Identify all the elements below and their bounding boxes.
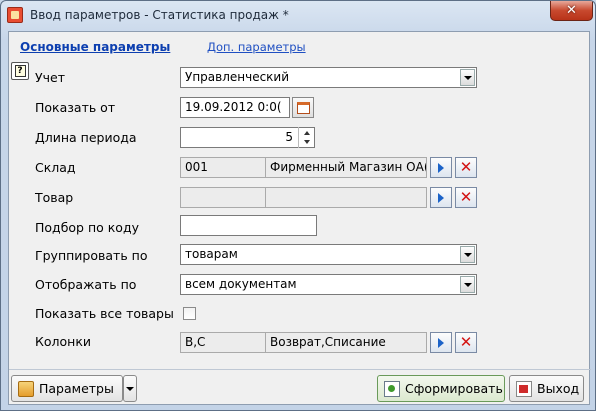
spin-down-icon[interactable]: [301, 138, 313, 146]
display-by-label: Отображать по: [35, 277, 137, 292]
show-all-checkbox[interactable]: [183, 307, 196, 320]
title-bar: Ввод параметров - Статистика продаж * ✕: [1, 1, 595, 31]
podbor-label: Подбор по коду: [35, 220, 139, 235]
group-by-select[interactable]: товарам: [180, 244, 477, 265]
divider: [9, 369, 591, 370]
calendar-button[interactable]: [292, 97, 314, 118]
dialog-body: Основные параметры Доп. параметры ? Учет…: [8, 31, 591, 405]
period-length-label: Длина периода: [35, 130, 137, 145]
run-icon: [384, 380, 400, 397]
group-by-label: Группировать по: [35, 248, 148, 263]
sklad-code-field: 001: [180, 157, 266, 178]
chevron-down-icon[interactable]: [460, 69, 475, 86]
display-by-select[interactable]: всем документам: [180, 274, 477, 295]
kolonki-clear-button[interactable]: ✕: [455, 332, 477, 353]
display-by-value: всем документам: [185, 277, 297, 291]
tovar-label: Товар: [35, 190, 74, 205]
params-button[interactable]: Параметры: [11, 375, 123, 402]
run-report-button[interactable]: Сформировать: [377, 375, 505, 402]
params-dropdown-button[interactable]: [123, 375, 137, 402]
kolonki-label: Колонки: [35, 334, 92, 349]
kolonki-code-field: В,С: [180, 332, 266, 353]
tovar-code-field: [180, 187, 266, 208]
period-length-value: 5: [285, 130, 293, 144]
chevron-down-icon[interactable]: [460, 246, 475, 263]
tovar-name-field: [265, 187, 427, 208]
group-by-value: товарам: [185, 247, 238, 261]
sklad-select-button[interactable]: [430, 157, 452, 178]
chevron-down-icon[interactable]: [460, 276, 475, 293]
close-button[interactable]: ✕: [550, 1, 593, 21]
date-from-label: Показать от: [35, 100, 116, 115]
show-all-label: Показать все товары: [35, 306, 174, 321]
window-title: Ввод параметров - Статистика продаж *: [30, 8, 289, 22]
uchet-label: Учет: [35, 70, 65, 85]
run-button-label: Сформировать: [405, 381, 503, 396]
params-button-label: Параметры: [39, 381, 114, 396]
exit-icon: [516, 380, 532, 397]
uchet-select[interactable]: Управленческий: [180, 67, 477, 88]
app-icon: [7, 7, 23, 23]
tovar-clear-button[interactable]: ✕: [455, 187, 477, 208]
podbor-input[interactable]: [180, 215, 317, 236]
calendar-icon: [296, 101, 310, 114]
kolonki-name-field: Возврат,Списание: [265, 332, 427, 353]
sklad-clear-button[interactable]: ✕: [455, 157, 477, 178]
period-length-stepper[interactable]: [298, 127, 314, 148]
tab-extra-params[interactable]: Доп. параметры: [207, 40, 306, 54]
tovar-select-button[interactable]: [430, 187, 452, 208]
kolonki-select-button[interactable]: [430, 332, 452, 353]
tab-main-params[interactable]: Основные параметры: [20, 40, 170, 54]
sklad-label: Склад: [35, 160, 76, 175]
tab-strip: Основные параметры Доп. параметры: [9, 40, 589, 58]
params-icon: [18, 380, 34, 397]
spin-up-icon[interactable]: [301, 129, 313, 137]
period-length-input[interactable]: 5: [180, 127, 315, 148]
sklad-name-field: Фирменный Магазин ОА(: [265, 157, 427, 178]
help-icon[interactable]: ?: [11, 62, 29, 80]
uchet-value: Управленческий: [185, 70, 290, 84]
exit-button[interactable]: Выход: [509, 375, 584, 402]
dialog-window: Ввод параметров - Статистика продаж * ✕ …: [0, 0, 596, 411]
exit-button-label: Выход: [537, 381, 580, 396]
date-from-input[interactable]: 19.09.2012 0:0(: [180, 97, 290, 118]
